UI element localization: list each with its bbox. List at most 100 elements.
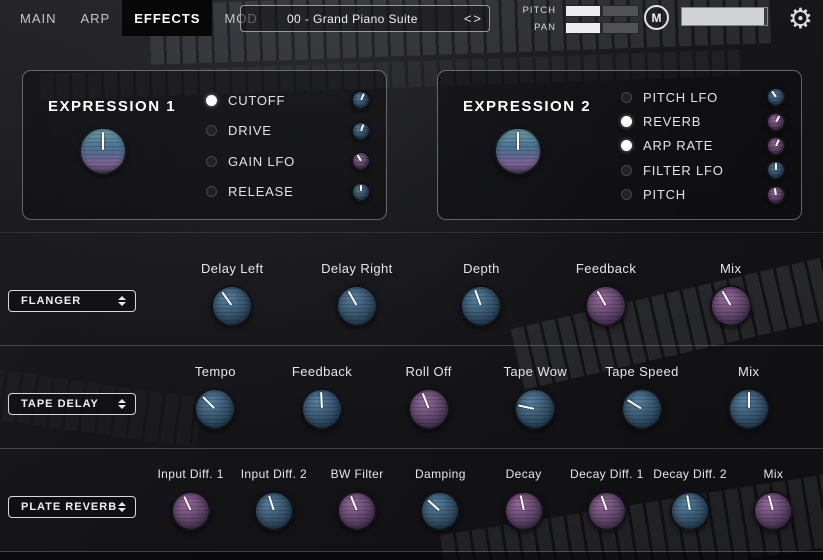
- knob-filter-lfo[interactable]: [766, 160, 786, 180]
- knob-needle-icon: [404, 384, 453, 433]
- knob-bw-filter[interactable]: [337, 491, 377, 531]
- preset-arrows: < >: [464, 12, 481, 25]
- knob-needle-icon: [751, 489, 795, 533]
- knob-needle-icon: [351, 120, 372, 141]
- preset-next-button[interactable]: >: [473, 12, 481, 25]
- target-radio[interactable]: [621, 165, 632, 176]
- target-label: REVERB: [643, 114, 755, 129]
- knob-label: Decay Diff. 2: [653, 467, 727, 483]
- expression-panel-2: EXPRESSION 2 PITCH LFOREVERBARP RATEFILT…: [437, 70, 802, 220]
- knob-roll-off[interactable]: [408, 388, 450, 430]
- knob-decay[interactable]: [504, 491, 544, 531]
- knob-label: Feedback: [292, 364, 352, 380]
- pan-slider[interactable]: [565, 22, 639, 34]
- knob-decay-diff-2[interactable]: [670, 491, 710, 531]
- bottom-strip: [0, 552, 823, 560]
- target-radio[interactable]: [206, 186, 217, 197]
- expression-panel-title: EXPRESSION 1: [48, 98, 176, 115]
- effect-type-select[interactable]: FLANGER: [8, 290, 136, 312]
- expression-target-row: CUTOFF: [206, 90, 371, 110]
- knob-release[interactable]: [351, 182, 371, 202]
- knob-needle-icon: [513, 386, 558, 431]
- knob-label: Delay Left: [201, 261, 264, 277]
- tab-main[interactable]: MAIN: [8, 0, 69, 36]
- knob-label: Tempo: [195, 364, 236, 380]
- tab-effects[interactable]: EFFECTS: [122, 0, 212, 36]
- top-bar: MAINARPEFFECTSMOD 00 - Grand Piano Suite…: [0, 0, 823, 38]
- preset-name: 00 - Grand Piano Suite: [241, 12, 464, 26]
- target-label: FILTER LFO: [643, 163, 755, 178]
- knob-arp-rate[interactable]: [766, 136, 786, 156]
- divider: [0, 448, 823, 449]
- knob-needle-icon: [251, 488, 296, 533]
- knob-row: TempoFeedbackRoll OffTape WowTape SpeedM…: [162, 358, 802, 446]
- knob-tape-wow[interactable]: [514, 388, 556, 430]
- knob-input-diff-1[interactable]: [171, 491, 211, 531]
- mute-button[interactable]: M: [644, 5, 669, 30]
- target-radio[interactable]: [621, 189, 632, 200]
- effect-type-select[interactable]: TAPE DELAY: [8, 393, 136, 415]
- preset-selector[interactable]: 00 - Grand Piano Suite < >: [240, 5, 490, 32]
- target-radio[interactable]: [206, 156, 217, 167]
- knob-needle-icon: [302, 389, 342, 429]
- target-label: DRIVE: [228, 123, 340, 138]
- target-label: ARP RATE: [643, 138, 755, 153]
- knob-depth[interactable]: [460, 285, 502, 327]
- knob-delay-left[interactable]: [211, 285, 253, 327]
- knob-label: Tape Wow: [504, 364, 568, 380]
- knob-tempo[interactable]: [194, 388, 236, 430]
- select-arrows-icon: [118, 399, 126, 409]
- target-radio[interactable]: [621, 140, 632, 151]
- target-radio[interactable]: [206, 125, 217, 136]
- select-arrows-icon: [118, 502, 126, 512]
- target-radio[interactable]: [621, 92, 632, 103]
- knob-mix[interactable]: [753, 491, 793, 531]
- pan-label: PAN: [520, 22, 556, 33]
- expression-target-list: PITCH LFOREVERBARP RATEFILTER LFOPITCH: [621, 85, 786, 207]
- knob-input-diff-2[interactable]: [254, 491, 294, 531]
- knob-mix[interactable]: [728, 388, 770, 430]
- tab-arp[interactable]: ARP: [69, 0, 123, 36]
- effect-type-label: TAPE DELAY: [9, 398, 118, 410]
- knob-damping[interactable]: [420, 491, 460, 531]
- knob-drive[interactable]: [351, 121, 371, 141]
- divider: [0, 345, 823, 346]
- settings-gear-icon[interactable]: ⚙: [788, 0, 813, 38]
- target-radio[interactable]: [206, 95, 217, 106]
- preset-prev-button[interactable]: <: [464, 12, 472, 25]
- knob-needle-icon: [188, 382, 242, 436]
- knob-gain-lfo[interactable]: [351, 151, 371, 171]
- knob-label: Delay Right: [321, 261, 393, 277]
- knob-needle-icon: [81, 129, 125, 173]
- target-label: CUTOFF: [228, 93, 340, 108]
- knob-needle-icon: [457, 282, 506, 331]
- knob-delay-right[interactable]: [336, 285, 378, 327]
- knob-pitch[interactable]: [766, 185, 786, 205]
- knob-cell: Mix: [668, 255, 793, 343]
- knob-tape-speed[interactable]: [621, 388, 663, 430]
- knob-needle-icon: [350, 90, 371, 111]
- master-slider[interactable]: [681, 7, 768, 26]
- knob-cutoff[interactable]: [351, 90, 371, 110]
- knob-mix[interactable]: [710, 285, 752, 327]
- effect-type-select[interactable]: PLATE REVERB: [8, 496, 136, 518]
- pitch-pan-group: PITCH PAN: [520, 4, 639, 34]
- knob-reverb[interactable]: [766, 112, 786, 132]
- knob-expression-2-macro[interactable]: [494, 127, 542, 175]
- pitch-label: PITCH: [520, 5, 556, 16]
- knob-needle-icon: [705, 280, 757, 332]
- target-radio[interactable]: [621, 116, 632, 127]
- knob-feedback[interactable]: [585, 285, 627, 327]
- pitch-slider[interactable]: [565, 5, 639, 17]
- knob-needle-icon: [580, 280, 632, 332]
- knob-row: Delay LeftDelay RightDepthFeedbackMix: [170, 255, 793, 343]
- knob-cell: Damping: [399, 461, 482, 549]
- expression-panel-title: EXPRESSION 2: [463, 98, 591, 115]
- knob-cell: Tape Speed: [589, 358, 696, 446]
- knob-pitch-lfo[interactable]: [766, 87, 786, 107]
- knob-needle-icon: [669, 490, 711, 532]
- knob-cell: Feedback: [544, 255, 669, 343]
- knob-feedback[interactable]: [301, 388, 343, 430]
- knob-decay-diff-1[interactable]: [587, 491, 627, 531]
- knob-expression-1-macro[interactable]: [79, 127, 127, 175]
